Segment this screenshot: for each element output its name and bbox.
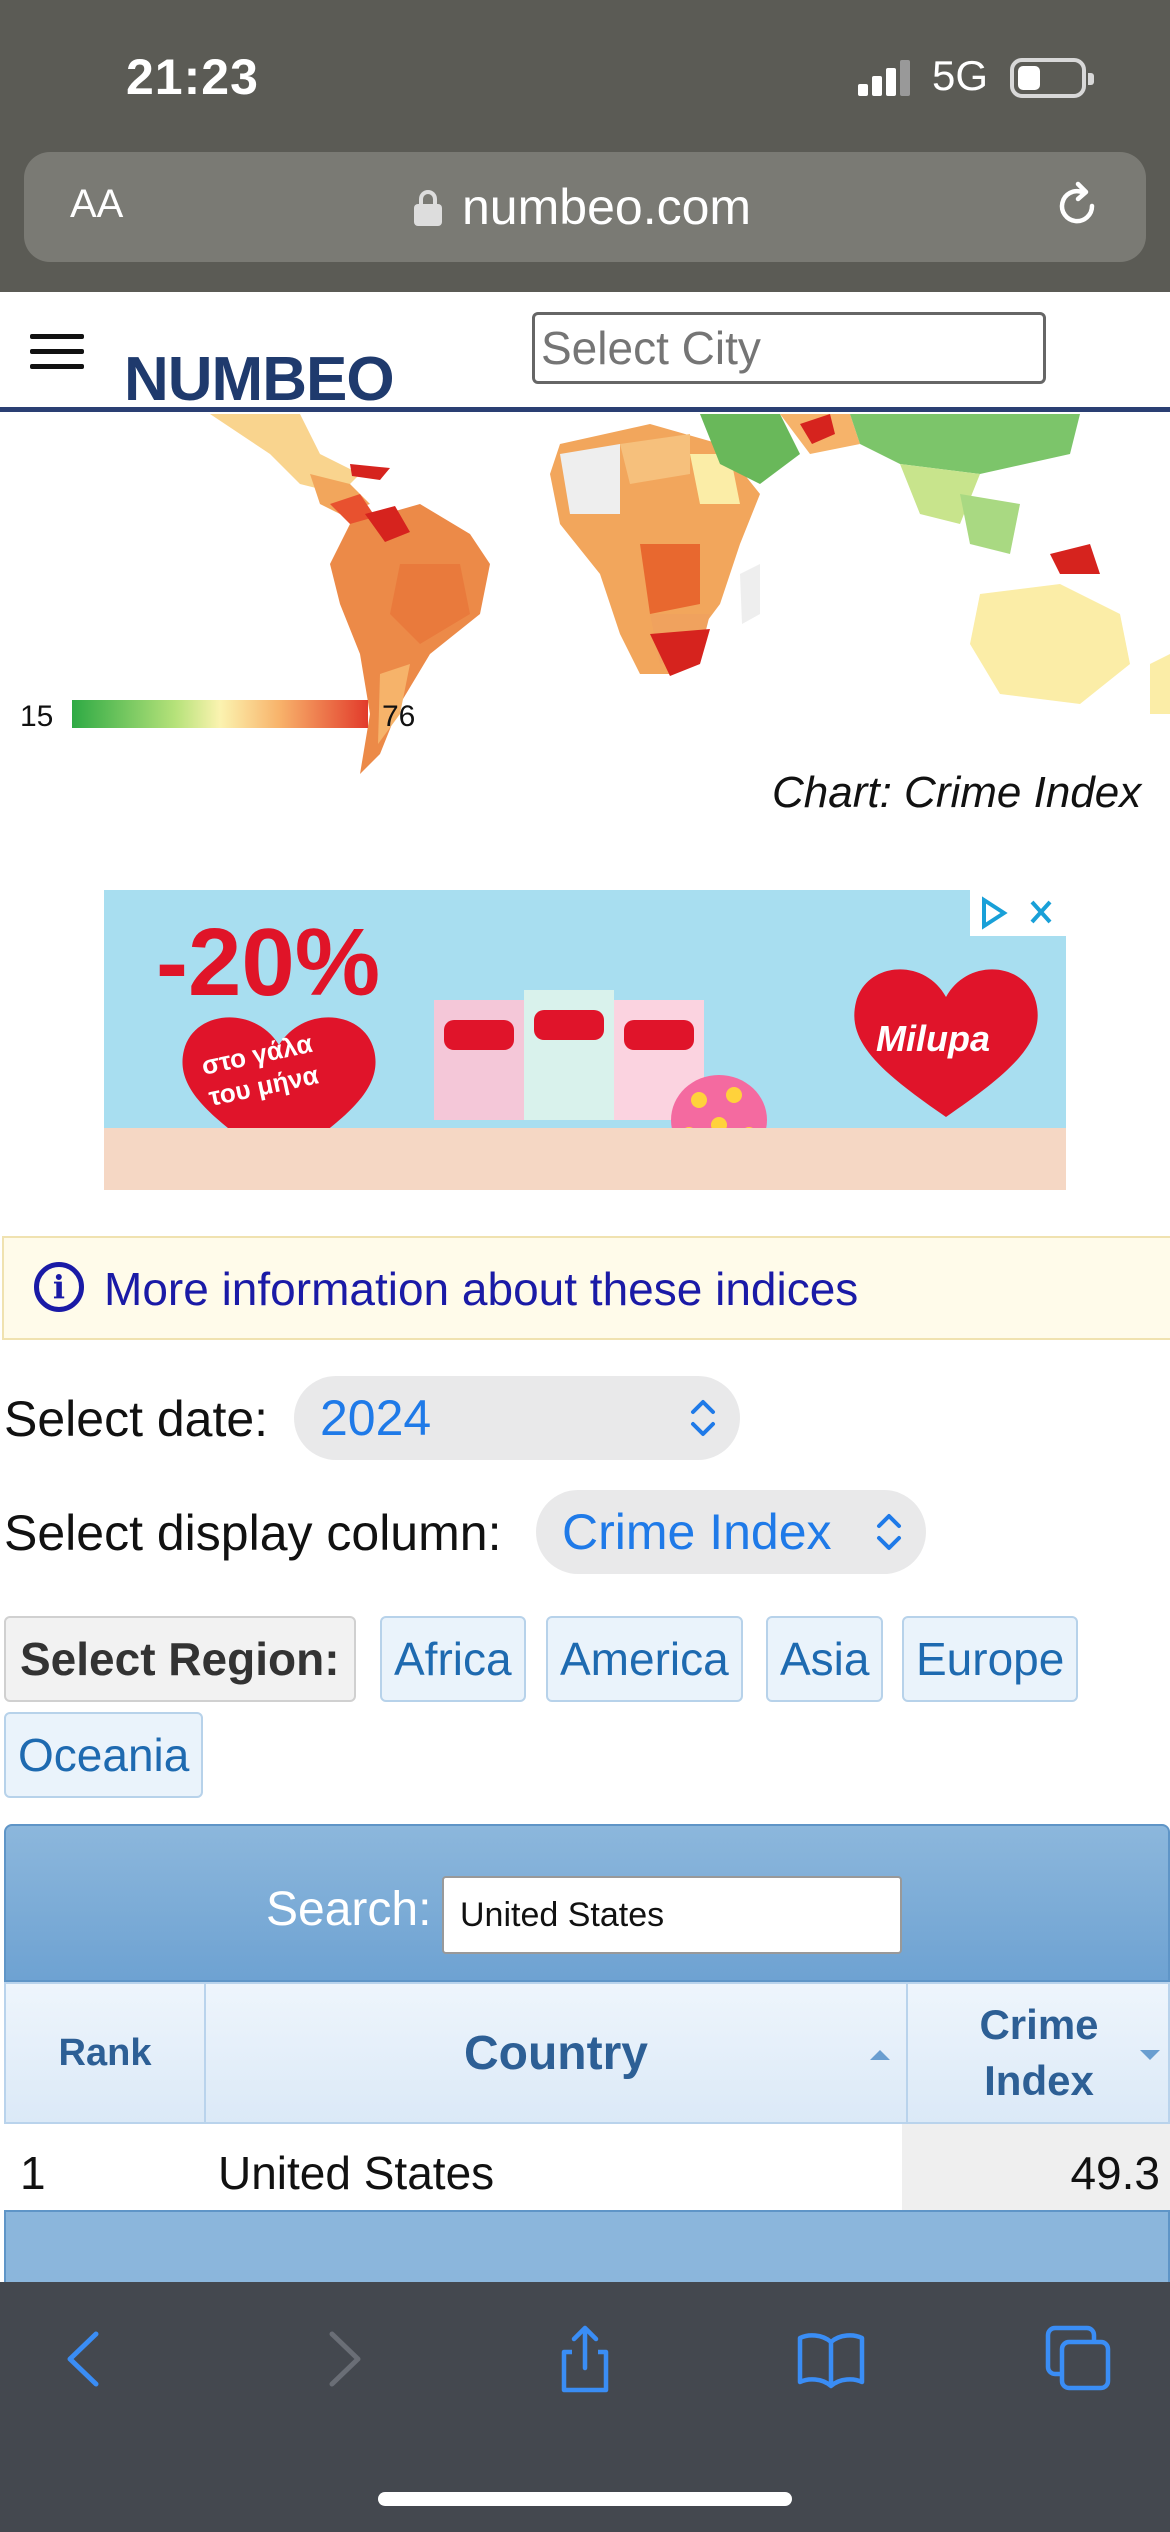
country-cell[interactable]: United States xyxy=(218,2146,494,2200)
table-search-input[interactable] xyxy=(442,1876,902,1954)
select-date-label: Select date: xyxy=(4,1391,269,1447)
table-footer xyxy=(4,2210,1170,2282)
advertisement-banner[interactable]: -20% στο γάλα του μήνα Milupa xyxy=(104,890,1066,1190)
forward-icon[interactable] xyxy=(306,2324,376,2394)
select-city-input[interactable] xyxy=(532,312,1046,384)
map-legend-gradient xyxy=(72,700,368,728)
region-oceania-button[interactable]: Oceania xyxy=(4,1712,204,1798)
region-asia-button[interactable]: Asia xyxy=(766,1616,884,1702)
signal-icon xyxy=(858,60,910,96)
sort-ascending-icon xyxy=(870,2050,890,2060)
select-chevron-icon xyxy=(691,1400,715,1436)
tabs-icon[interactable] xyxy=(1044,2324,1114,2394)
region-america-button[interactable]: America xyxy=(546,1616,743,1702)
bookmarks-icon[interactable] xyxy=(796,2324,866,2394)
reload-icon[interactable] xyxy=(1052,180,1102,230)
display-column-select[interactable]: Crime Index xyxy=(536,1490,926,1574)
search-label: Search: xyxy=(266,1883,432,1936)
legend-min-value: 15 xyxy=(20,700,54,733)
date-select[interactable]: 2024 xyxy=(294,1376,740,1460)
legend-max-value: 76 xyxy=(382,700,416,733)
battery-icon xyxy=(1010,58,1094,98)
crime-index-cell: 49.3 xyxy=(1070,2147,1160,2199)
map-caption: Chart: Crime Index xyxy=(772,768,1142,817)
region-europe-button[interactable]: Europe xyxy=(902,1616,1079,1702)
back-icon[interactable] xyxy=(52,2324,122,2394)
table-header: Rank Country Crime Index xyxy=(4,1982,1170,2124)
ad-choices-close-icon[interactable] xyxy=(970,890,1066,936)
select-chevron-icon xyxy=(877,1514,901,1550)
select-region-label: Select Region: xyxy=(4,1616,356,1702)
share-icon[interactable] xyxy=(550,2324,620,2394)
sort-icon xyxy=(1140,2050,1160,2060)
menu-icon[interactable] xyxy=(30,334,84,370)
crime-index-world-map[interactable] xyxy=(0,414,1170,784)
info-icon: i xyxy=(34,1262,84,1312)
table-row[interactable]: 1 United States 49.3 xyxy=(4,2124,1170,2210)
home-indicator xyxy=(378,2492,792,2506)
url-domain[interactable]: numbeo.com xyxy=(462,178,751,236)
lock-icon xyxy=(414,190,442,226)
ad-brand-name: Milupa xyxy=(876,1018,990,1059)
network-type: 5G xyxy=(932,52,989,99)
more-info-link[interactable]: More information about these indices xyxy=(104,1262,858,1316)
column-header-crime-index[interactable]: Crime Index xyxy=(908,1984,1170,2122)
site-header: NUMBEO xyxy=(0,292,1170,415)
column-header-country[interactable]: Country xyxy=(206,1984,908,2122)
status-time: 21:23 xyxy=(126,49,259,105)
rank-cell: 1 xyxy=(20,2147,46,2199)
display-column-label: Select display column: xyxy=(4,1505,502,1561)
numbeo-logo[interactable]: NUMBEO xyxy=(124,344,395,415)
column-header-rank[interactable]: Rank xyxy=(6,1984,206,2122)
ad-fine-print xyxy=(104,1128,1066,1190)
text-size-button[interactable]: AA xyxy=(70,182,123,227)
region-africa-button[interactable]: Africa xyxy=(380,1616,526,1702)
